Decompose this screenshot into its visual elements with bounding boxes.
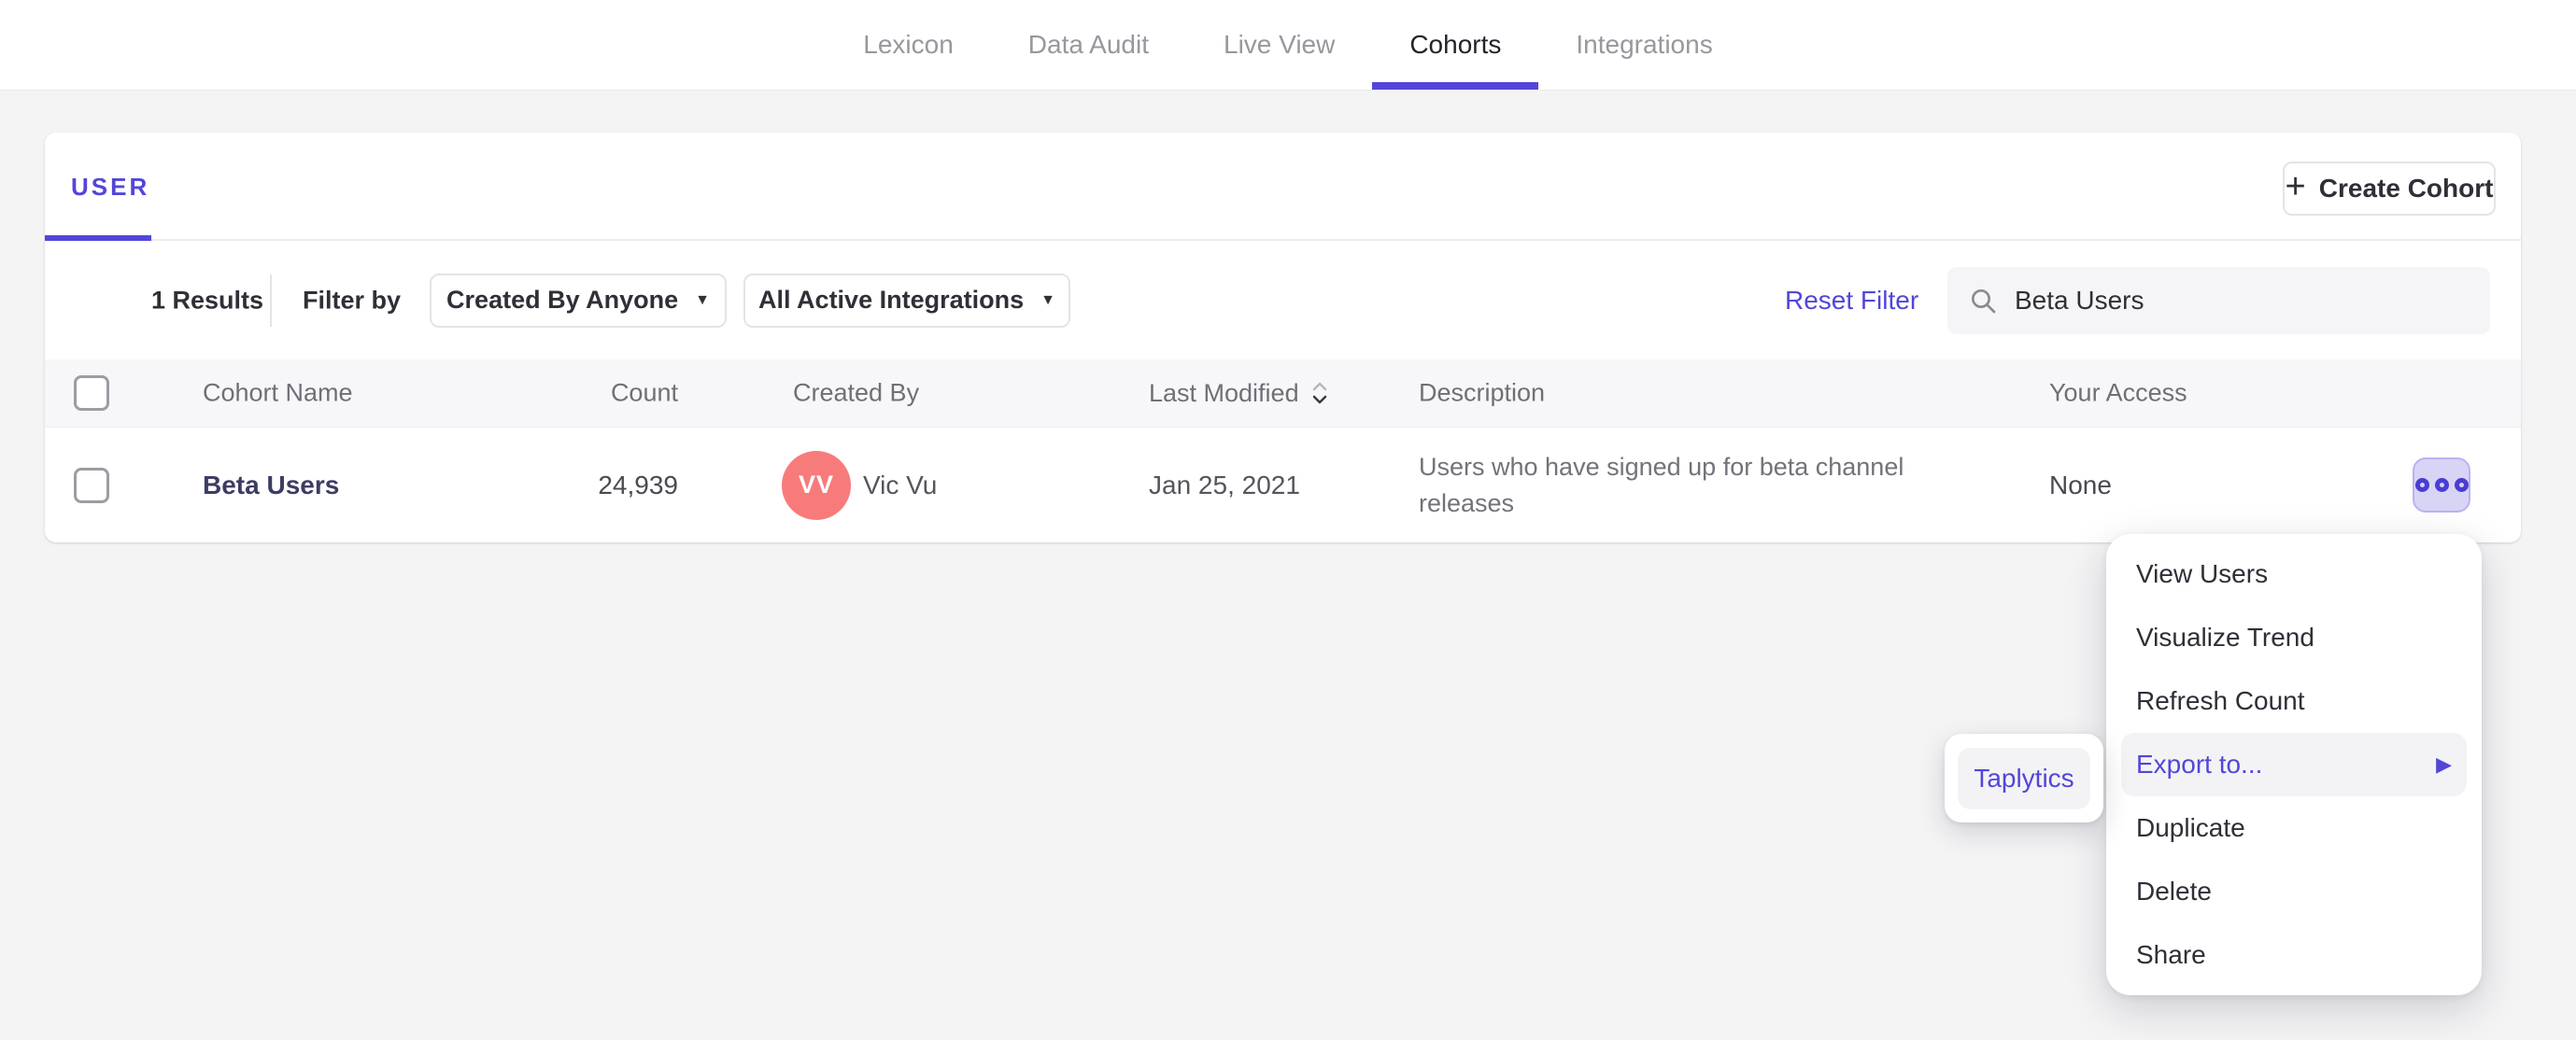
- create-cohort-button[interactable]: + Create Cohort: [2283, 162, 2496, 216]
- column-header-created-by: Created By: [793, 378, 920, 407]
- integrations-filter-dropdown[interactable]: All Active Integrations ▼: [743, 273, 1070, 328]
- menu-item-refresh-count[interactable]: Refresh Count: [2121, 669, 2467, 733]
- menu-item-label: Delete: [2136, 877, 2212, 906]
- menu-item-label: Share: [2136, 940, 2206, 969]
- column-header-last-modified[interactable]: Last Modified: [1149, 378, 1329, 408]
- submenu-arrow-icon: ▶: [2436, 752, 2452, 776]
- vertical-divider: [270, 274, 272, 327]
- last-modified-label: Last Modified: [1149, 378, 1299, 407]
- menu-item-label: Visualize Trend: [2136, 623, 2314, 652]
- column-header-count: Count: [610, 378, 678, 407]
- panel-tab-row: USER + Create Cohort: [45, 133, 2521, 241]
- more-actions-icon: [2454, 478, 2469, 492]
- search-icon: [1972, 288, 1996, 313]
- more-actions-icon: [2434, 478, 2449, 492]
- menu-item-label: Duplicate: [2136, 813, 2245, 842]
- submenu-item-label: Taplytics: [1974, 763, 2074, 793]
- nav-item-integrations[interactable]: Integrations: [1538, 0, 1749, 90]
- table-row: Beta Users 24,939 VV Vic Vu Jan 25, 2021…: [45, 428, 2521, 542]
- cohorts-panel: USER + Create Cohort 1 Results Filter by…: [45, 133, 2521, 542]
- caret-down-icon: ▼: [695, 291, 710, 308]
- nav-item-label: Cohorts: [1409, 30, 1502, 59]
- cohort-description: Users who have signed up for beta channe…: [1419, 452, 1904, 517]
- menu-item-visualize-trend[interactable]: Visualize Trend: [2121, 606, 2467, 669]
- avatar: VV: [782, 450, 851, 520]
- search-input[interactable]: [2015, 285, 2435, 316]
- column-header-description: Description: [1419, 378, 1546, 407]
- integrations-filter-value: All Active Integrations: [758, 286, 1025, 314]
- column-header-cohort-name: Cohort Name: [203, 378, 353, 407]
- menu-item-export-to[interactable]: Export to... ▶: [2121, 733, 2467, 796]
- active-tab-underline: [1372, 82, 1539, 90]
- nav-item-live-view[interactable]: Live View: [1186, 0, 1372, 90]
- menu-item-view-users[interactable]: View Users: [2121, 542, 2467, 606]
- top-nav: Lexicon Data Audit Live View Cohorts Int…: [0, 0, 2576, 91]
- nav-item-label: Live View: [1224, 30, 1336, 59]
- menu-item-delete[interactable]: Delete: [2121, 860, 2467, 923]
- column-header-your-access: Your Access: [2049, 378, 2187, 407]
- create-cohort-label: Create Cohort: [2318, 174, 2494, 203]
- submenu-item-taplytics[interactable]: Taplytics: [1958, 747, 2090, 809]
- row-context-menu: View Users Visualize Trend Refresh Count…: [2106, 534, 2482, 995]
- nav-item-data-audit[interactable]: Data Audit: [991, 0, 1186, 90]
- cohort-count: 24,939: [598, 470, 678, 499]
- menu-item-share[interactable]: Share: [2121, 923, 2467, 987]
- menu-item-label: Refresh Count: [2136, 686, 2305, 715]
- nav-item-label: Lexicon: [863, 30, 954, 59]
- cohort-name-link[interactable]: Beta Users: [203, 471, 339, 500]
- caret-down-icon: ▼: [1040, 291, 1055, 308]
- menu-item-label: Export to...: [2136, 750, 2263, 779]
- tab-user[interactable]: USER: [71, 133, 149, 241]
- search-box: [1947, 266, 2490, 334]
- plus-icon: +: [2285, 167, 2306, 206]
- last-modified-value: Jan 25, 2021: [1149, 470, 1300, 499]
- menu-item-label: View Users: [2136, 559, 2269, 588]
- nav-item-cohorts[interactable]: Cohorts: [1372, 0, 1539, 90]
- table-header-row: Cohort Name Count Created By Last Modifi…: [45, 359, 2521, 428]
- tab-user-label: USER: [71, 172, 150, 201]
- created-by-filter-dropdown[interactable]: Created By Anyone ▼: [430, 273, 727, 328]
- row-actions-button[interactable]: [2413, 457, 2470, 513]
- export-submenu: Taplytics: [1945, 734, 2103, 822]
- created-by-filter-value: Created By Anyone: [446, 286, 679, 314]
- reset-filter-link[interactable]: Reset Filter: [1785, 286, 1918, 316]
- nav-item-label: Integrations: [1576, 30, 1713, 59]
- created-by-name: Vic Vu: [863, 470, 938, 499]
- menu-item-duplicate[interactable]: Duplicate: [2121, 796, 2467, 860]
- sort-icon: [1312, 382, 1326, 404]
- main-content: USER + Create Cohort 1 Results Filter by…: [0, 91, 2576, 542]
- filter-by-label: Filter by: [303, 286, 402, 314]
- results-count: 1 Results: [151, 286, 264, 314]
- nav-item-label: Data Audit: [1027, 30, 1149, 59]
- your-access-value: None: [2049, 470, 2112, 499]
- toolbar-row: 1 Results Filter by Created By Anyone ▼ …: [45, 241, 2521, 359]
- select-all-checkbox[interactable]: [74, 375, 109, 411]
- more-actions-icon: [2414, 478, 2429, 492]
- row-checkbox[interactable]: [74, 467, 109, 503]
- nav-item-lexicon[interactable]: Lexicon: [826, 0, 991, 90]
